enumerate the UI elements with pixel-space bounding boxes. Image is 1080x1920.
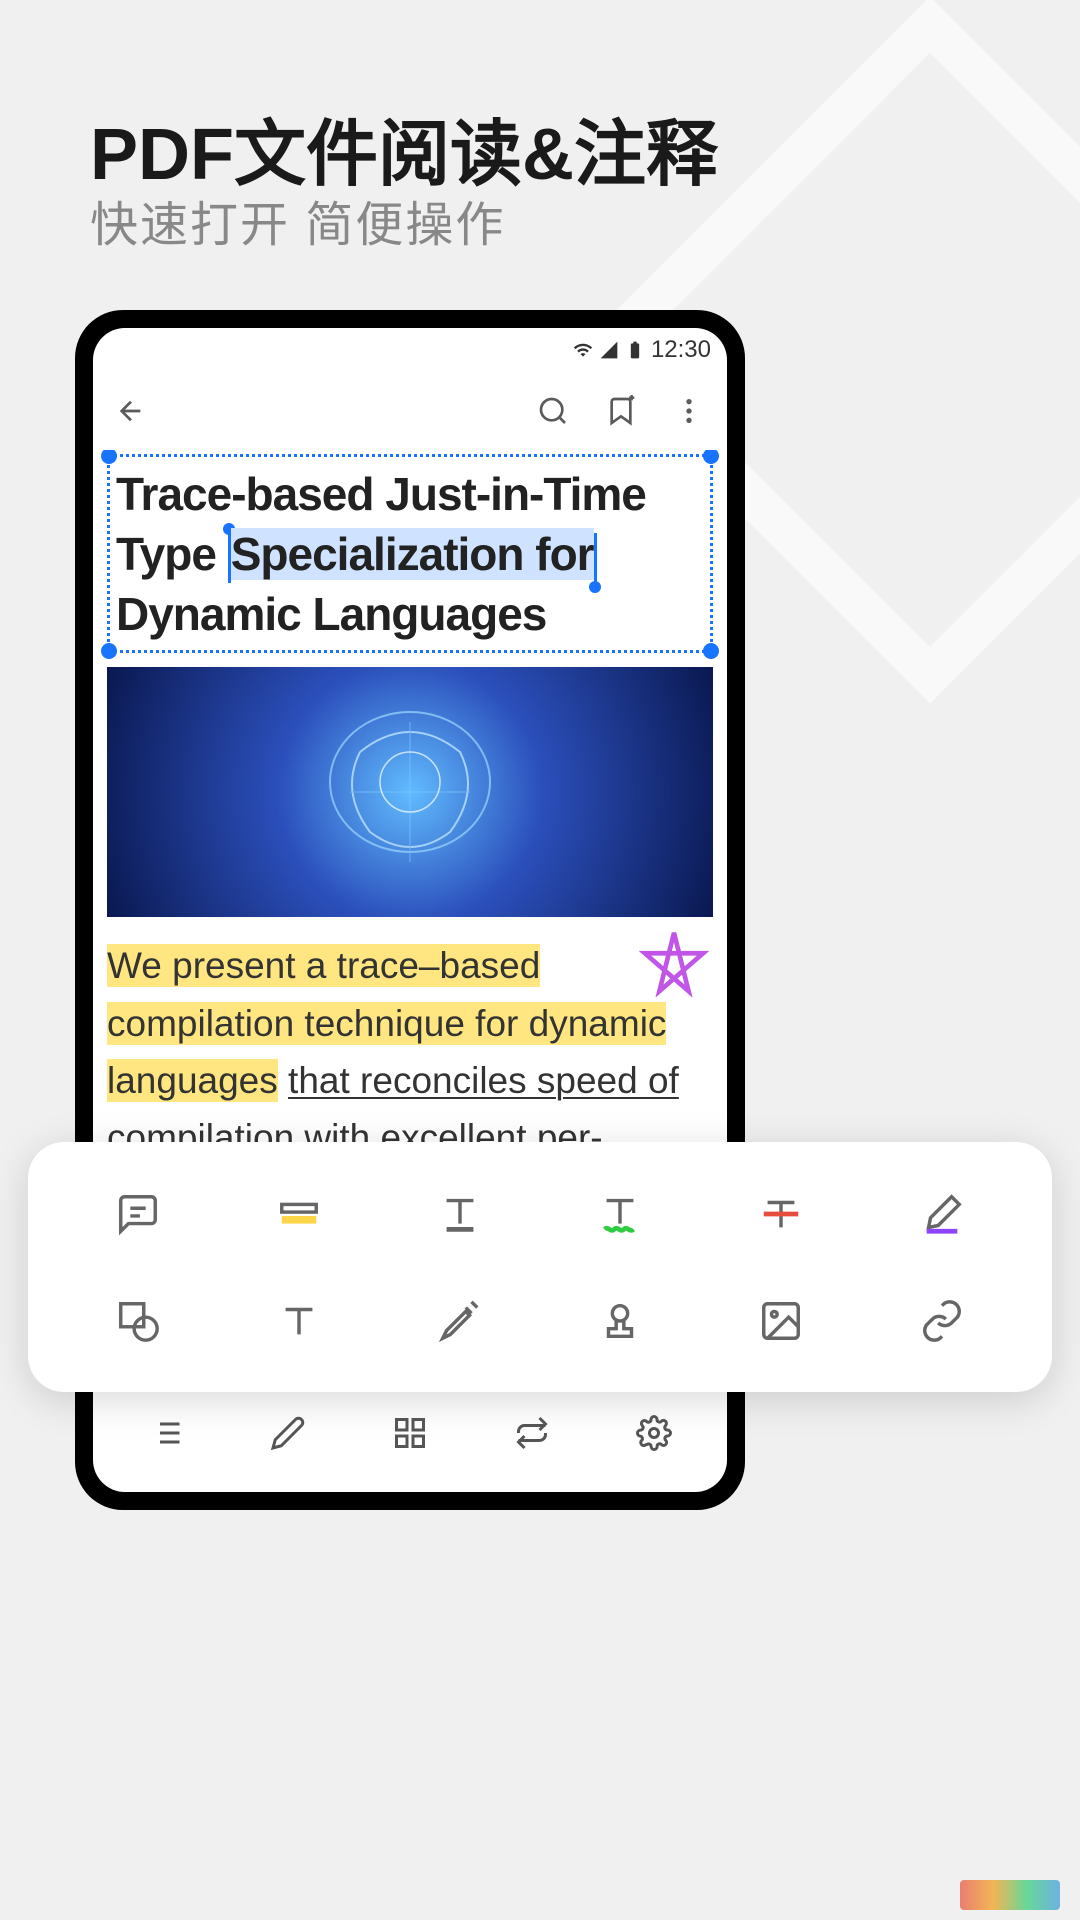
arrow-left-icon <box>115 395 147 427</box>
list-icon <box>148 1415 184 1451</box>
stamp-tool[interactable] <box>540 1267 701 1374</box>
back-button[interactable] <box>109 389 153 433</box>
rotate-icon <box>514 1415 550 1451</box>
bookmark-button[interactable] <box>599 389 643 433</box>
battery-icon <box>625 340 645 360</box>
title-text: Dynamic Languages <box>116 588 546 640</box>
more-button[interactable] <box>667 389 711 433</box>
bottom-nav-bar <box>75 1400 745 1470</box>
thumbnails-button[interactable] <box>392 1415 428 1456</box>
signature-tool[interactable] <box>379 1267 540 1374</box>
page-subtitle: 快速打开 简便操作 <box>90 185 505 255</box>
star-annotation-icon[interactable] <box>639 927 709 997</box>
text-caret-end[interactable] <box>594 533 597 583</box>
more-vertical-icon <box>673 395 705 427</box>
ink-tool[interactable] <box>861 1160 1022 1267</box>
document-body[interactable]: We present a trace–based compilation tec… <box>107 937 713 1166</box>
image-tool[interactable] <box>701 1267 862 1374</box>
search-icon <box>537 395 569 427</box>
strikeout-tool[interactable] <box>701 1160 862 1267</box>
underline-t-icon <box>437 1191 483 1237</box>
grid-icon <box>392 1415 428 1451</box>
gear-icon <box>636 1415 672 1451</box>
pencil-icon <box>270 1415 306 1451</box>
strikeout-icon <box>758 1191 804 1237</box>
squiggly-icon <box>597 1191 643 1237</box>
brain-illustration-icon <box>300 692 520 892</box>
edit-button[interactable] <box>270 1415 306 1456</box>
image-icon <box>758 1298 804 1344</box>
text-t-icon <box>276 1298 322 1344</box>
comment-tool[interactable] <box>58 1160 219 1267</box>
signal-icon <box>599 340 619 360</box>
comment-icon <box>115 1191 161 1237</box>
text-tool[interactable] <box>219 1267 380 1374</box>
squiggly-tool[interactable] <box>540 1160 701 1267</box>
title-selection-box[interactable]: Trace-based Just-in-Time Type Specializa… <box>107 454 713 653</box>
stamp-icon <box>597 1298 643 1344</box>
wifi-icon <box>573 340 593 360</box>
document-image <box>107 667 713 917</box>
outline-button[interactable] <box>148 1415 184 1456</box>
highlight-tool[interactable] <box>219 1160 380 1267</box>
selection-handle[interactable] <box>101 643 117 659</box>
app-bar <box>93 372 727 450</box>
selection-handle[interactable] <box>101 450 117 464</box>
shape-icon <box>115 1298 161 1344</box>
highlight-icon <box>276 1191 322 1237</box>
signature-pen-icon <box>437 1298 483 1344</box>
selection-handle[interactable] <box>703 450 719 464</box>
status-time: 12:30 <box>651 336 711 364</box>
annotation-tool-panel <box>28 1142 1052 1392</box>
status-bar: 12:30 <box>93 328 727 372</box>
underlined-text: that reconciles speed of <box>288 1060 679 1101</box>
document-title[interactable]: Trace-based Just-in-Time Type Specializa… <box>116 465 704 644</box>
ink-pen-icon <box>919 1191 965 1237</box>
rotate-button[interactable] <box>514 1415 550 1456</box>
link-icon <box>919 1298 965 1344</box>
shape-tool[interactable] <box>58 1267 219 1374</box>
link-tool[interactable] <box>861 1267 1022 1374</box>
settings-button[interactable] <box>636 1415 672 1456</box>
search-button[interactable] <box>531 389 575 433</box>
watermark <box>960 1880 1060 1910</box>
selection-handle[interactable] <box>703 643 719 659</box>
title-selected-text: Specialization for <box>231 528 594 580</box>
underline-tool[interactable] <box>379 1160 540 1267</box>
bookmark-add-icon <box>605 395 637 427</box>
